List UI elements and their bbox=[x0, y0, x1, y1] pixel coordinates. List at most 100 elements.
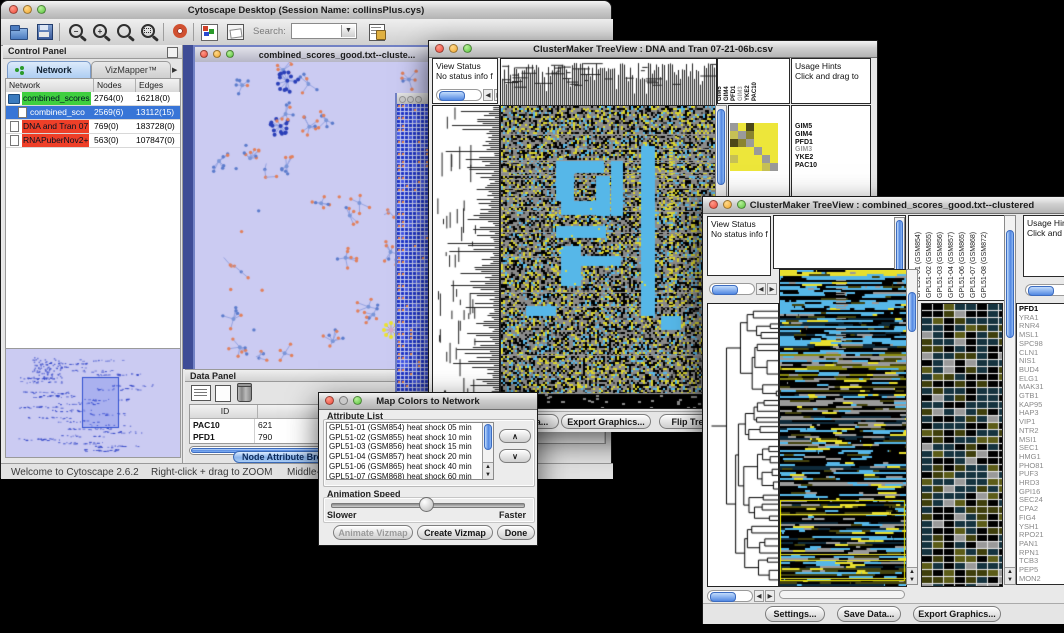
matrix-cell[interactable] bbox=[762, 131, 770, 139]
float-panel-icon[interactable] bbox=[167, 47, 178, 58]
tab-vizmapper[interactable]: VizMapper™ bbox=[91, 61, 171, 78]
matrix-cell[interactable] bbox=[770, 139, 778, 147]
tv2-global-heatmap[interactable] bbox=[779, 269, 907, 587]
tv1-status-scrollbar[interactable]: ◀▶ bbox=[436, 88, 498, 101]
tv1-close-button[interactable] bbox=[435, 44, 444, 53]
tv1-column-dendrogram[interactable] bbox=[500, 58, 717, 106]
matrix-cell[interactable] bbox=[762, 147, 770, 155]
matrix-cell[interactable] bbox=[762, 163, 770, 171]
frame2-minimize-button[interactable] bbox=[407, 96, 414, 103]
matrix-cell[interactable] bbox=[738, 139, 746, 147]
matrix-cell[interactable] bbox=[746, 123, 754, 131]
matrix-cell[interactable] bbox=[770, 123, 778, 131]
network-row[interactable]: combined_scores2764(0)16218(0) bbox=[6, 92, 180, 106]
matrix-cell[interactable] bbox=[770, 147, 778, 155]
tv2-settings-button[interactable]: Settings... bbox=[765, 606, 825, 622]
matrix-cell[interactable] bbox=[730, 163, 738, 171]
matrix-cell[interactable] bbox=[738, 155, 746, 163]
open-session-icon[interactable] bbox=[9, 22, 30, 42]
tv2-heat-hscrollbar[interactable] bbox=[779, 590, 905, 599]
slider-thumb[interactable] bbox=[419, 497, 434, 512]
datapanel-newdoc-icon[interactable] bbox=[215, 385, 231, 402]
datapanel-trash-icon[interactable] bbox=[237, 385, 252, 402]
matrix-cell[interactable] bbox=[746, 139, 754, 147]
matrix-cell[interactable] bbox=[738, 123, 746, 131]
attribute-list-item[interactable]: GPL51-02 (GSM855) heat shock 10 min bbox=[327, 433, 493, 443]
zoom-fit-icon[interactable] bbox=[139, 22, 160, 42]
tv2-zoom-button[interactable] bbox=[737, 200, 746, 209]
cytoscape-titlebar[interactable]: Cytoscape Desktop (Session Name: collins… bbox=[1, 1, 611, 20]
attribute-list-vscrollbar[interactable]: ▲▼ bbox=[482, 423, 493, 479]
zoom-in-icon[interactable]: + bbox=[91, 22, 112, 42]
help-ring-icon[interactable] bbox=[171, 22, 192, 42]
dialog-close-button[interactable] bbox=[325, 396, 334, 405]
network-row[interactable]: combined_sco2569(6)13112(15) bbox=[6, 106, 180, 120]
tv2-zoom-heatmap[interactable] bbox=[921, 303, 1003, 587]
matrix-cell[interactable] bbox=[738, 147, 746, 155]
matrix-cell[interactable] bbox=[754, 131, 762, 139]
tv1-gene-label[interactable]: GIM3 bbox=[795, 146, 870, 154]
matrix-cell[interactable] bbox=[730, 147, 738, 155]
frame2-close-button[interactable] bbox=[399, 96, 406, 103]
tv2-export-graphics-button[interactable]: Export Graphics... bbox=[913, 606, 1001, 622]
annotation-icon[interactable] bbox=[225, 22, 246, 42]
tv1-gene-label[interactable]: YKE2 bbox=[795, 154, 870, 162]
attribute-list-item[interactable]: GPL51-06 (GSM865) heat shock 40 min bbox=[327, 462, 493, 472]
tv2-gene-label[interactable]: MON2 bbox=[1019, 575, 1064, 584]
tv2-gene-dendrogram[interactable] bbox=[707, 303, 779, 587]
tv1-minimize-button[interactable] bbox=[449, 44, 458, 53]
tv2-hints-scrollbar[interactable]: ◀ bbox=[1025, 283, 1064, 296]
tv2-column-tree-area[interactable] bbox=[773, 215, 906, 269]
tv1-global-heatmap[interactable] bbox=[500, 105, 716, 409]
zoom-selected-icon[interactable] bbox=[115, 22, 136, 42]
tv1-gene-label[interactable]: PAC10 bbox=[795, 162, 870, 170]
tv2-save-data-button[interactable]: Save Data... bbox=[837, 606, 901, 622]
done-button[interactable]: Done bbox=[497, 525, 535, 540]
tv2-heatmap-vscrollbar[interactable]: ▲▼ bbox=[906, 269, 918, 585]
matrix-cell[interactable] bbox=[730, 155, 738, 163]
zoom-out-icon[interactable]: − bbox=[67, 22, 88, 42]
tv1-zoom-button[interactable] bbox=[463, 44, 472, 53]
zoom-window-button[interactable] bbox=[37, 5, 46, 14]
matrix-cell[interactable] bbox=[730, 123, 738, 131]
animate-vizmap-button[interactable]: Animate Vizmap bbox=[333, 525, 413, 540]
matrix-cell[interactable] bbox=[754, 139, 762, 147]
frame-minimize-button[interactable] bbox=[213, 50, 221, 58]
matrix-cell[interactable] bbox=[762, 155, 770, 163]
matrix-cell[interactable] bbox=[746, 131, 754, 139]
tv1-gene-label[interactable]: PFD1 bbox=[795, 139, 870, 147]
create-vizmap-button[interactable]: Create Vizmap bbox=[417, 525, 493, 540]
dialog-zoom-button[interactable] bbox=[353, 396, 362, 405]
matrix-cell[interactable] bbox=[746, 147, 754, 155]
close-button[interactable] bbox=[9, 5, 18, 14]
tv1-export-graphics-button[interactable]: Export Graphics... bbox=[561, 414, 651, 429]
tv1-gene-label[interactable]: GIM5 bbox=[795, 123, 870, 131]
matrix-cell[interactable] bbox=[754, 123, 762, 131]
matrix-cell[interactable] bbox=[762, 123, 770, 131]
frame-close-button[interactable] bbox=[200, 50, 208, 58]
tv1-gene-label[interactable]: GIM4 bbox=[795, 131, 870, 139]
matrix-cell[interactable] bbox=[770, 131, 778, 139]
datapanel-table-icon[interactable] bbox=[191, 385, 211, 401]
matrix-cell[interactable] bbox=[770, 163, 778, 171]
attribute-listbox[interactable]: GPL51-01 (GSM854) heat shock 05 minGPL51… bbox=[326, 422, 494, 480]
tv1-zoom-matrix[interactable] bbox=[730, 123, 778, 171]
tv1-gene-dendrogram[interactable] bbox=[432, 105, 500, 409]
network-row[interactable]: DNA and Tran 07769(0)183728(0) bbox=[6, 120, 180, 134]
move-up-button[interactable]: ∧ bbox=[499, 429, 531, 443]
dialog-minimize-button[interactable] bbox=[339, 396, 348, 405]
attribute-list-item[interactable]: GPL51-07 (GSM868) heat shock 60 min bbox=[327, 472, 493, 480]
treeview2-titlebar[interactable]: ClusterMaker TreeView : combined_scores_… bbox=[703, 197, 1064, 214]
attribute-list-item[interactable]: GPL51-04 (GSM857) heat shock 20 min bbox=[327, 452, 493, 462]
matrix-cell[interactable] bbox=[730, 131, 738, 139]
matrix-cell[interactable] bbox=[754, 155, 762, 163]
search-input[interactable]: ▼ bbox=[291, 23, 357, 39]
matrix-cell[interactable] bbox=[746, 163, 754, 171]
matrix-cell[interactable] bbox=[746, 155, 754, 163]
frame2-zoom-button[interactable] bbox=[415, 96, 422, 103]
network-overview[interactable] bbox=[5, 348, 181, 458]
tv2-minimize-button[interactable] bbox=[723, 200, 732, 209]
network-row[interactable]: RNAPuberNov2+563(0)107847(0) bbox=[6, 134, 180, 148]
matrix-cell[interactable] bbox=[770, 155, 778, 163]
move-down-button[interactable]: ∨ bbox=[499, 449, 531, 463]
